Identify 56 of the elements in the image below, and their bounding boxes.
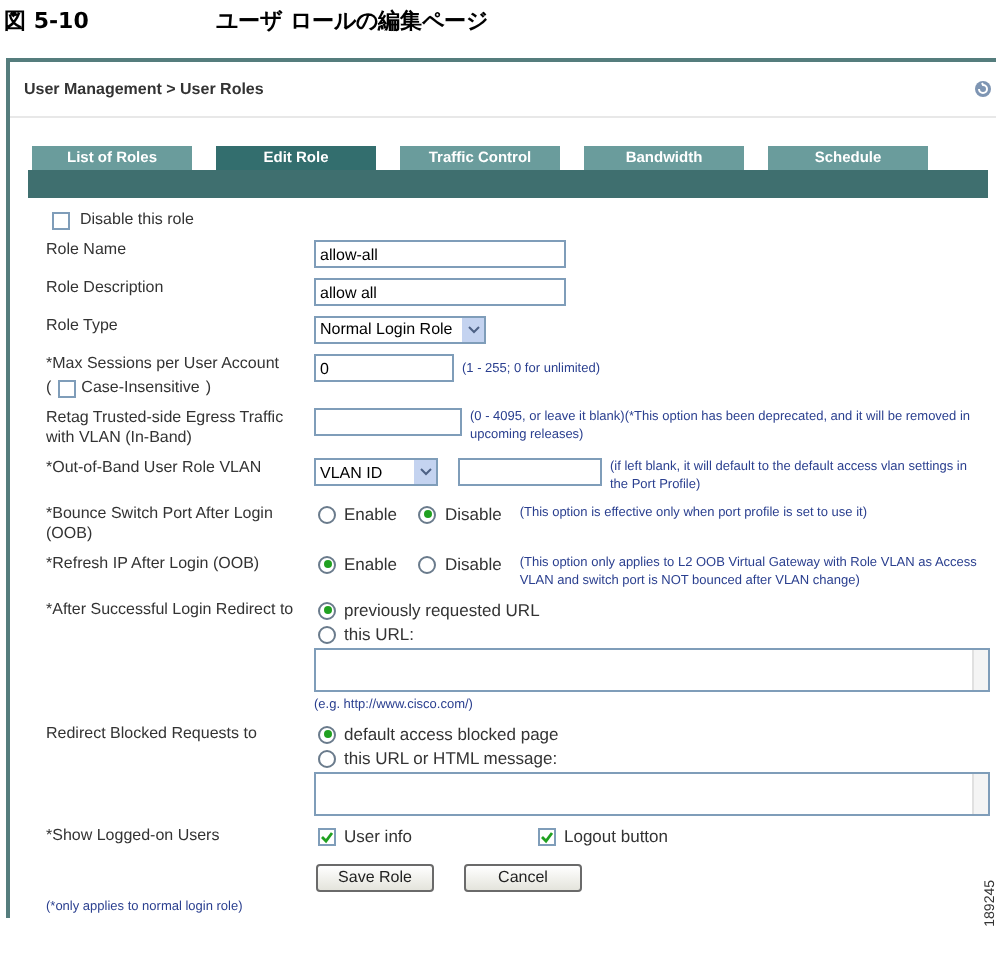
radio-label: default access blocked page — [344, 724, 559, 744]
radio-label: previously requested URL — [344, 600, 540, 620]
checkbox[interactable] — [318, 827, 336, 845]
radio-label: Disable — [444, 555, 502, 573]
scrollbar[interactable] — [972, 650, 988, 690]
radio-button[interactable] — [318, 725, 336, 743]
breadcrumb: User Management > User Roles — [24, 77, 264, 101]
dropdown[interactable]: Normal Login Role — [314, 316, 486, 344]
field-label: Retag Trusted-side Egress Traffic with VLAN (In-Band) — [46, 408, 284, 446]
field-label: Redirect Blocked Requests to — [46, 724, 257, 742]
field-label: *Max Sessions per User Account — [46, 354, 279, 372]
field-label: *Bounce Switch Port After Login (OOB) — [46, 504, 273, 542]
radio-button[interactable] — [318, 505, 336, 523]
text-field[interactable]: allow-all — [314, 240, 566, 268]
radio-button[interactable] — [318, 625, 336, 643]
checkbox[interactable] — [52, 211, 70, 229]
checkbox-label: User info — [344, 826, 413, 846]
radio-label: Enable — [344, 555, 397, 573]
paren-text: ) — [205, 378, 211, 398]
text-field[interactable]: allow all — [314, 278, 566, 306]
figure-number: 図 5-10 — [4, 5, 91, 38]
radio-label: Disable — [444, 505, 502, 523]
radio-button[interactable] — [318, 555, 336, 573]
text-field[interactable] — [458, 458, 602, 486]
radio-button[interactable] — [418, 555, 437, 573]
text-field[interactable] — [314, 408, 462, 436]
field-label: Role Type — [46, 316, 118, 334]
radio-button[interactable] — [318, 749, 336, 767]
radio-label: this URL: — [344, 624, 414, 644]
radio-label: this URL or HTML message: — [344, 748, 558, 768]
field-label: *Show Logged-on Users — [46, 826, 220, 844]
form-button[interactable]: Cancel — [464, 864, 582, 892]
checkbox-label: Logout button — [564, 826, 668, 846]
text-field[interactable]: 0 — [314, 354, 454, 382]
scrollbar[interactable] — [972, 774, 988, 814]
caret-icon — [419, 468, 431, 476]
checkbox[interactable] — [538, 827, 556, 845]
field-label: *After Successful Login Redirect to — [46, 600, 294, 618]
form-button[interactable]: Save Role — [316, 864, 434, 892]
checkbox-label: Case-Insensitive — [81, 378, 200, 398]
radio-label: Enable — [344, 505, 397, 523]
field-label: Role Description — [46, 278, 164, 296]
radio-button[interactable] — [418, 505, 437, 523]
caret-icon — [467, 326, 479, 334]
text-area[interactable] — [314, 772, 990, 816]
checkbox[interactable] — [57, 379, 76, 397]
field-label: *Out-of-Band User Role VLAN — [46, 458, 262, 476]
radio-button[interactable] — [318, 601, 336, 619]
figure-title: ユーザ ロールの編集ページ — [216, 5, 488, 38]
dropdown[interactable]: VLAN ID — [314, 458, 438, 486]
text-area[interactable] — [314, 648, 990, 692]
paren-text: ( — [46, 378, 52, 398]
field-label: *Refresh IP After Login (OOB) — [46, 554, 260, 572]
checkbox-label: Disable this role — [80, 210, 194, 230]
field-label: Role Name — [46, 240, 127, 258]
refresh-icon[interactable] — [974, 80, 992, 98]
